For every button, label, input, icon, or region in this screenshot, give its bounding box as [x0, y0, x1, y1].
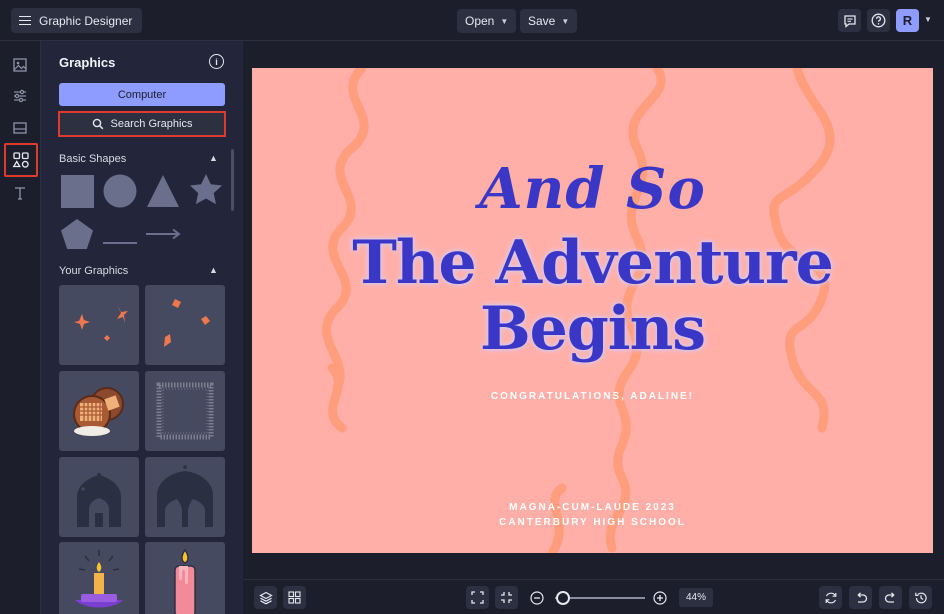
rail-item-adjust[interactable]: [8, 84, 32, 108]
mosque-graphic: [77, 473, 121, 527]
chevron-down-icon: ▼: [561, 16, 570, 26]
open-dropdown[interactable]: Open ▼: [457, 9, 517, 33]
glitter-frame-graphic: [156, 382, 214, 440]
refresh-button[interactable]: [819, 586, 842, 609]
your-graphics-heading: Your Graphics: [59, 265, 129, 277]
graphic-thumb-mosque-1[interactable]: [59, 457, 139, 537]
chevron-up-icon[interactable]: ▲: [209, 265, 218, 275]
fit-screen-button[interactable]: [466, 586, 489, 609]
app-window: Graphic Designer Open ▼ Save ▼ R ▼ Graph…: [0, 0, 944, 614]
cookie-graphic: [73, 387, 124, 436]
app-title: Graphic Designer: [39, 13, 133, 28]
user-avatar[interactable]: R: [896, 9, 919, 32]
candle-graphic: [174, 548, 196, 614]
chevron-down-icon: ▼: [500, 16, 509, 26]
zoom-in-button[interactable]: [653, 591, 667, 610]
refresh-icon: [825, 592, 836, 603]
redo-button[interactable]: [879, 586, 902, 609]
headline-line-3[interactable]: Begins: [252, 294, 933, 364]
info-icon[interactable]: i: [209, 54, 224, 69]
chevron-up-icon[interactable]: ▲: [209, 153, 218, 163]
confetti-graphic: [164, 299, 210, 347]
graphic-thumb-confetti-1[interactable]: [59, 285, 139, 365]
history-icon: [914, 592, 927, 603]
hamburger-icon: [19, 15, 31, 26]
star-shape[interactable]: [189, 173, 223, 212]
rail-item-images[interactable]: [8, 53, 32, 77]
headline-script[interactable]: And So: [252, 156, 933, 222]
graphic-thumb-cookies[interactable]: [59, 371, 139, 451]
collapse-icon: [501, 592, 512, 603]
congrats-text[interactable]: CONGRATULATIONS, ADALINE!: [252, 391, 933, 402]
mosque-graphic: [157, 465, 213, 527]
help-icon: [871, 13, 886, 28]
layers-button[interactable]: [254, 586, 277, 609]
graphic-thumb-glitter-frame[interactable]: [145, 371, 225, 451]
layers-icon: [258, 591, 273, 604]
panel-title: Graphics: [59, 55, 116, 70]
open-label: Open: [465, 14, 495, 28]
bottom-toolbar: 44%: [243, 579, 944, 614]
square-shape[interactable]: [61, 175, 94, 213]
grid-icon: [288, 591, 301, 604]
circle-shape[interactable]: [103, 174, 137, 213]
honor-text[interactable]: MAGNA-CUM-LAUDE 2023: [252, 502, 933, 513]
tool-rail: [0, 41, 41, 614]
zoom-level[interactable]: 44%: [679, 588, 713, 607]
actual-size-button[interactable]: [495, 586, 518, 609]
graphic-thumb-candle[interactable]: [145, 542, 225, 614]
history-button[interactable]: [909, 586, 932, 609]
graphic-thumb-confetti-2[interactable]: [145, 285, 225, 365]
arrow-shape[interactable]: [146, 227, 181, 245]
panel-scrollbar[interactable]: [231, 149, 234, 211]
plus-circle-icon: [653, 591, 667, 605]
pentagon-shape[interactable]: [60, 218, 94, 255]
layout-icon: [13, 122, 27, 134]
headline-line-2[interactable]: The Adventure: [252, 228, 933, 298]
undo-button[interactable]: [849, 586, 872, 609]
rail-item-graphics[interactable]: [4, 143, 38, 177]
chevron-down-icon[interactable]: ▼: [924, 15, 932, 24]
line-shape[interactable]: [103, 232, 137, 250]
top-bar: Graphic Designer Open ▼ Save ▼ R ▼: [0, 0, 944, 41]
design-canvas[interactable]: And So The Adventure Begins CONGRATULATI…: [252, 68, 933, 553]
zoom-slider-handle[interactable]: [556, 591, 570, 605]
graphics-icon: [12, 152, 29, 168]
main-menu-button[interactable]: Graphic Designer: [11, 8, 143, 33]
image-icon: [13, 58, 27, 72]
sliders-icon: [14, 89, 26, 103]
help-button[interactable]: [867, 9, 890, 32]
expand-icon: [471, 591, 484, 604]
graphics-panel: Graphics i Computer Search Graphics Basi…: [41, 41, 243, 614]
school-text[interactable]: CANTERBURY HIGH SCHOOL: [252, 517, 933, 528]
search-icon: [92, 118, 103, 130]
graphic-thumb-candle-lamp[interactable]: [59, 542, 139, 614]
undo-icon: [856, 591, 867, 603]
confetti-graphic: [74, 305, 128, 341]
save-label: Save: [528, 14, 556, 28]
comments-button[interactable]: [838, 9, 861, 32]
candle-lamp-graphic: [75, 550, 123, 608]
search-graphics-label: Search Graphics: [110, 118, 193, 130]
save-dropdown[interactable]: Save ▼: [520, 9, 578, 33]
basic-shapes-heading: Basic Shapes: [59, 153, 127, 165]
zoom-out-button[interactable]: [530, 591, 544, 610]
triangle-shape[interactable]: [146, 174, 180, 213]
grid-button[interactable]: [283, 586, 306, 609]
minus-circle-icon: [530, 591, 544, 605]
search-graphics-button[interactable]: Search Graphics: [58, 111, 226, 137]
computer-button[interactable]: Computer: [59, 83, 225, 106]
rail-item-layouts[interactable]: [8, 116, 32, 140]
redo-icon: [884, 591, 895, 603]
rail-item-text[interactable]: [8, 181, 32, 205]
graphic-thumb-mosque-2[interactable]: [145, 457, 225, 537]
comment-icon: [843, 14, 856, 28]
text-icon: [15, 187, 25, 200]
